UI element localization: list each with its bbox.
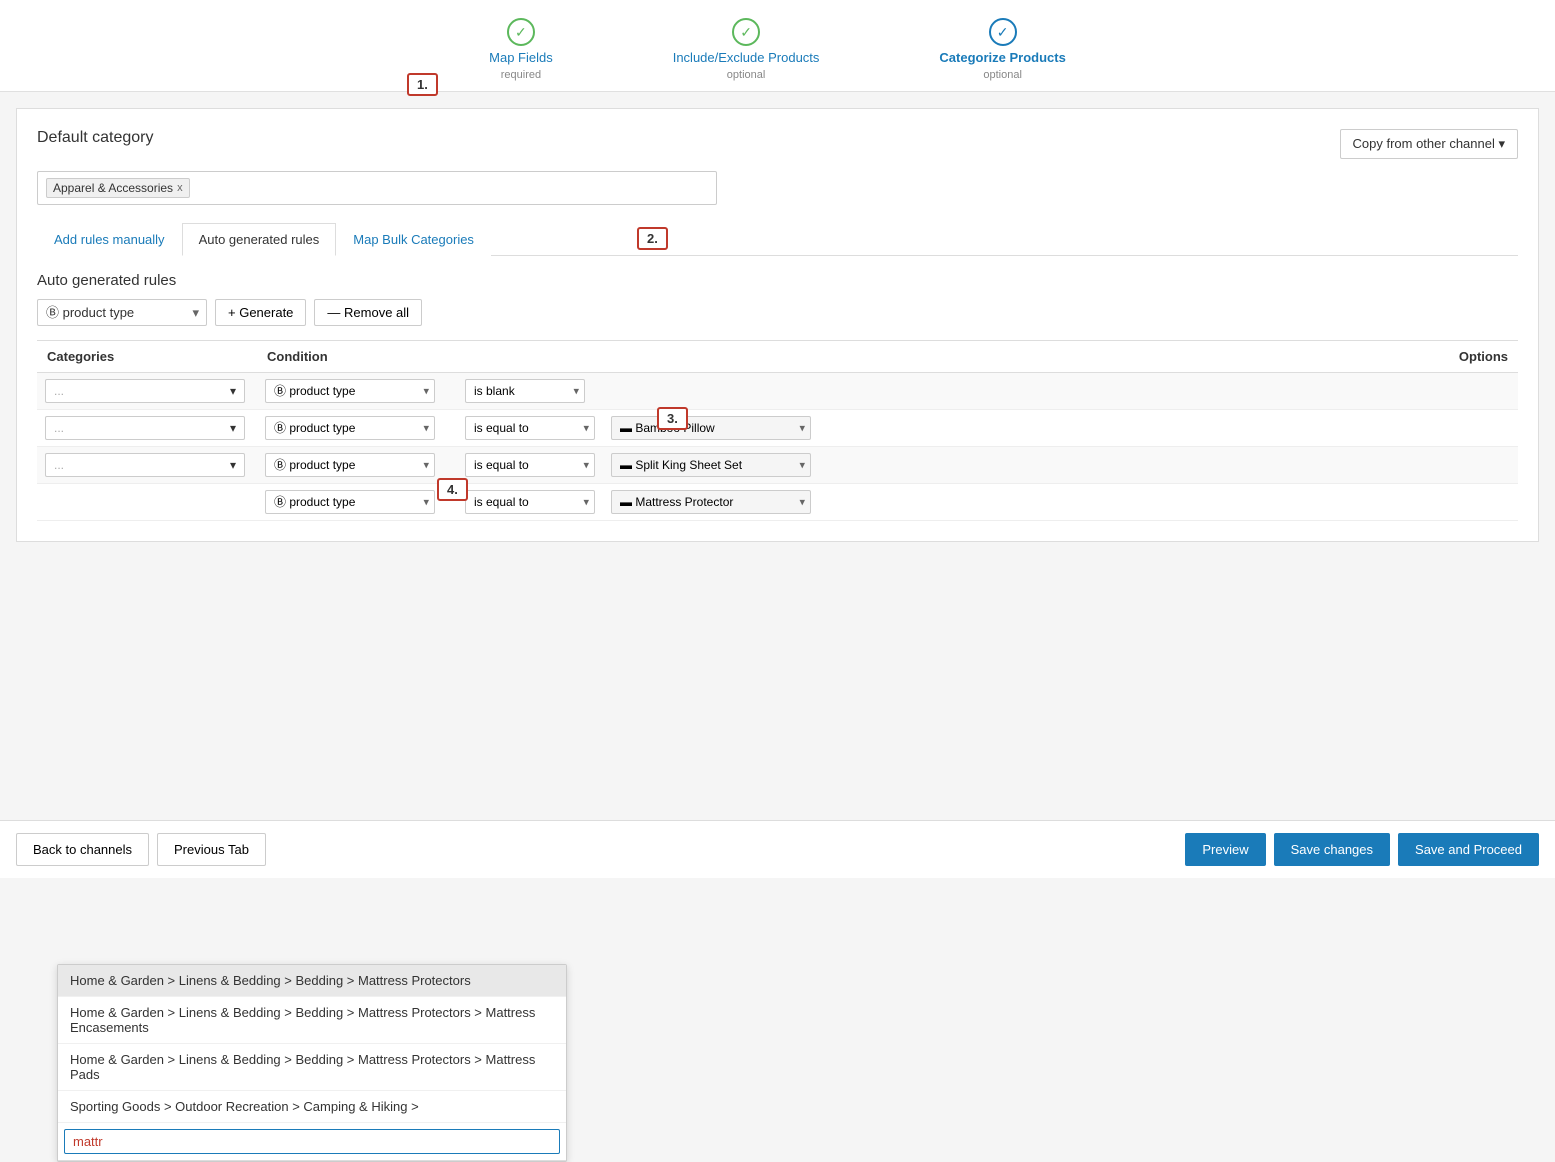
tab-add-rules-manually[interactable]: Add rules manually: [37, 223, 182, 256]
tab-auto-generated-rules[interactable]: Auto generated rules: [182, 223, 337, 256]
generate-button[interactable]: + Generate: [215, 299, 306, 326]
section-title: Default category: [37, 129, 154, 147]
step1-label: Map Fields: [489, 50, 553, 65]
save-changes-button[interactable]: Save changes: [1274, 833, 1390, 866]
table-row: ... ▾ Ⓑ product type: [37, 447, 1518, 484]
condition-cell-4: Ⓑ product type: [257, 484, 457, 521]
footer-right: Preview Save changes Save and Proceed: [1185, 833, 1539, 866]
category-cell-1: ... ▾: [37, 373, 257, 410]
remove-tag-button[interactable]: x: [177, 182, 183, 194]
category-select-2[interactable]: ... ▾: [45, 416, 245, 440]
product-type-select-wrapper: Ⓑ product type: [37, 299, 207, 326]
condition-select-3[interactable]: Ⓑ product type: [265, 453, 435, 477]
dropdown-item[interactable]: Home & Garden > Linens & Bedding > Beddi…: [58, 997, 566, 1044]
category-cell-4: Home & Garden > Linens & Bedding > Beddi…: [37, 484, 257, 521]
operator-select-2[interactable]: is equal to: [465, 416, 595, 440]
preview-button[interactable]: Preview: [1185, 833, 1265, 866]
value-select-4[interactable]: ▬ Mattress Protector: [611, 490, 811, 514]
step2-label: Include/Exclude Products: [673, 50, 820, 65]
operator-cell-4: is equal to: [457, 484, 603, 521]
category-dropdown: Home & Garden > Linens & Bedding > Beddi…: [57, 964, 567, 1162]
options-cell-3: [1418, 447, 1518, 484]
remove-all-button[interactable]: — Remove all: [314, 299, 422, 326]
product-type-select[interactable]: Ⓑ product type: [37, 299, 207, 326]
condition-select-4[interactable]: Ⓑ product type: [265, 490, 435, 514]
footer-left: Back to channels Previous Tab: [16, 833, 266, 866]
operator-cell-3: is equal to: [457, 447, 603, 484]
options-cell-2: [1418, 410, 1518, 447]
condition-select-2[interactable]: Ⓑ product type: [265, 416, 435, 440]
condition-cell-3: Ⓑ product type: [257, 447, 457, 484]
default-category-input[interactable]: Apparel & Accessories x: [37, 171, 717, 205]
dropdown-list: Home & Garden > Linens & Bedding > Beddi…: [58, 965, 566, 1123]
condition-select-1[interactable]: Ⓑ product type: [265, 379, 435, 403]
controls-row: Ⓑ product type + Generate — Remove all: [37, 299, 1518, 326]
dropdown-item[interactable]: Home & Garden > Linens & Bedding > Beddi…: [58, 965, 566, 997]
step3-sub: optional: [983, 69, 1022, 81]
copy-from-channel-button[interactable]: Copy from other channel ▾: [1340, 129, 1519, 159]
previous-tab-button[interactable]: Previous Tab: [157, 833, 266, 866]
step2-sub: optional: [727, 69, 766, 81]
value-cell-1: [603, 373, 1418, 410]
auto-generated-section: Auto generated rules Ⓑ product type + Ge…: [37, 272, 1518, 521]
category-cell-2: ... ▾: [37, 410, 257, 447]
dropdown-item[interactable]: Sporting Goods > Outdoor Recreation > Ca…: [58, 1091, 566, 1123]
condition-cell-2: Ⓑ product type: [257, 410, 457, 447]
rules-table: Categories Condition Options ... ▾: [37, 340, 1518, 521]
table-row: ... ▾ Ⓑ product type: [37, 373, 1518, 410]
section-header: Default category Copy from other channel…: [37, 129, 1518, 159]
dropdown-search: [58, 1123, 566, 1161]
operator-select-3[interactable]: is equal to: [465, 453, 595, 477]
col-options: Options: [1418, 341, 1518, 373]
value-cell-2: ▬ Bamboo Pillow: [603, 410, 1418, 447]
operator-cell-2: is equal to: [457, 410, 603, 447]
table-row: ... ▾ Ⓑ product type: [37, 410, 1518, 447]
table-row: Home & Garden > Linens & Bedding > Beddi…: [37, 484, 1518, 521]
operator-select-4[interactable]: is equal to: [465, 490, 595, 514]
category-cell-3: ... ▾: [37, 447, 257, 484]
category-tag: Apparel & Accessories x: [46, 178, 190, 198]
dropdown-item[interactable]: Home & Garden > Linens & Bedding > Beddi…: [58, 1044, 566, 1091]
options-cell-1: [1418, 373, 1518, 410]
options-cell-4: [1418, 484, 1518, 521]
operator-select-1[interactable]: is blank: [465, 379, 585, 403]
step1-circle: ✓: [507, 18, 535, 46]
wizard-steps: ✓ Map Fields required ✓ Include/Exclude …: [0, 0, 1555, 92]
col-categories: Categories: [37, 341, 257, 373]
category-select-1[interactable]: ... ▾: [45, 379, 245, 403]
step2-circle: ✓: [732, 18, 760, 46]
save-and-proceed-button[interactable]: Save and Proceed: [1398, 833, 1539, 866]
value-cell-3: ▬ Split King Sheet Set: [603, 447, 1418, 484]
back-to-channels-button[interactable]: Back to channels: [16, 833, 149, 866]
condition-cell-1: Ⓑ product type: [257, 373, 457, 410]
auto-generated-title: Auto generated rules: [37, 272, 1518, 289]
value-select-3[interactable]: ▬ Split King Sheet Set: [611, 453, 811, 477]
main-content: 1. Default category Copy from other chan…: [16, 108, 1539, 542]
tab-map-bulk-categories[interactable]: Map Bulk Categories: [336, 223, 491, 256]
tabs: Add rules manually Auto generated rules …: [37, 223, 1518, 256]
category-select-3[interactable]: ... ▾: [45, 453, 245, 477]
operator-cell-1: is blank: [457, 373, 603, 410]
col-condition: Condition: [257, 341, 457, 373]
wizard-step-1[interactable]: ✓ Map Fields required: [489, 18, 553, 81]
col-operator: [457, 341, 603, 373]
step3-label: Categorize Products: [939, 50, 1065, 65]
wizard-step-3[interactable]: ✓ Categorize Products optional: [939, 18, 1065, 81]
dropdown-search-input[interactable]: [64, 1129, 560, 1154]
value-cell-4: ▬ Mattress Protector: [603, 484, 1418, 521]
value-select-2[interactable]: ▬ Bamboo Pillow: [611, 416, 811, 440]
step3-circle: ✓: [989, 18, 1017, 46]
wizard-step-2[interactable]: ✓ Include/Exclude Products optional: [673, 18, 820, 81]
page-footer: Back to channels Previous Tab Preview Sa…: [0, 820, 1555, 878]
col-value: [603, 341, 1418, 373]
step1-sub: required: [501, 69, 541, 81]
